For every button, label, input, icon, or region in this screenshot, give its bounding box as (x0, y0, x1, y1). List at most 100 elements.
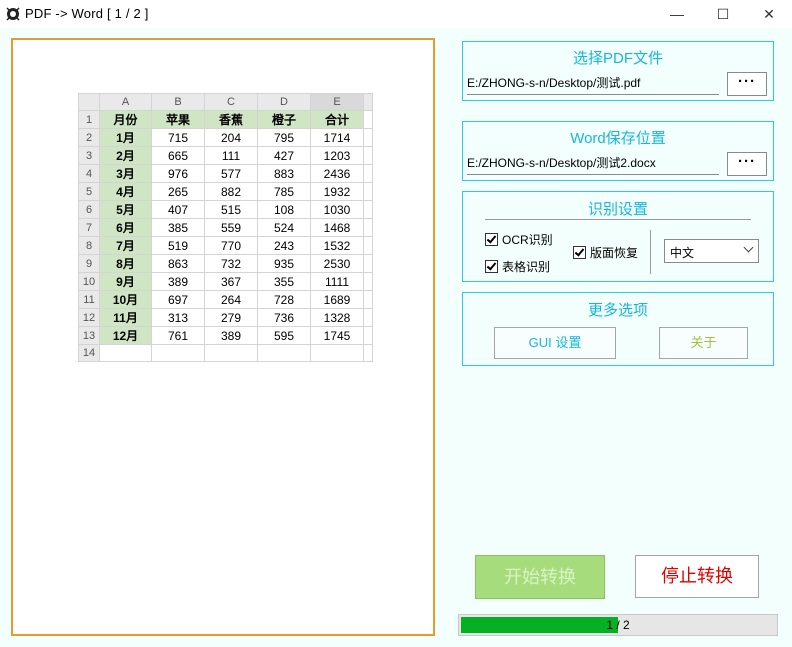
column-header: B (151, 93, 205, 111)
month-cell: 4月 (99, 182, 152, 201)
column-header: E (310, 93, 364, 111)
column-header: A (99, 93, 152, 111)
table-row: 6 5月 407 515 108 1030 (78, 200, 373, 219)
more-options-panel: 更多选项 GUI 设置 关于 (462, 292, 774, 366)
empty-cell (363, 128, 373, 147)
pdf-path-field[interactable]: E:/ZHONG-s-n/Desktop/测试.pdf (467, 72, 719, 95)
table-header-cell: 香蕉 (204, 110, 258, 129)
month-cell: 7月 (99, 236, 152, 255)
ocr-checkbox[interactable]: OCR识别 (485, 231, 553, 248)
table-header-cell: 合计 (310, 110, 364, 129)
row-number: 10 (78, 272, 100, 291)
table-cell: 265 (151, 182, 205, 201)
minimize-button[interactable]: — (654, 0, 700, 28)
table-cell: 1745 (310, 326, 364, 345)
table-cell: 795 (257, 128, 311, 147)
table-cell: 279 (204, 308, 258, 327)
recognition-panel-title: 识别设置 (587, 201, 648, 218)
layout-restore-label: 版面恢复 (590, 246, 639, 260)
table-cell: 577 (204, 164, 258, 183)
table-row: 14 (78, 344, 373, 362)
table-cell: 697 (151, 290, 205, 309)
table-cell: 1328 (310, 308, 364, 327)
table-cell: 264 (204, 290, 258, 309)
divider (650, 230, 651, 274)
table-cell: 204 (204, 128, 258, 147)
table-cell: 385 (151, 218, 205, 237)
table-cell: 243 (257, 236, 311, 255)
month-cell: 2月 (99, 146, 152, 165)
empty-cell (310, 344, 364, 362)
language-value: 中文 (670, 246, 695, 260)
table-row: 8 7月 519 770 243 1532 (78, 236, 373, 255)
table-cell: 1468 (310, 218, 364, 237)
column-header: C (204, 93, 258, 111)
table-cell: 515 (204, 200, 258, 219)
progress-bar: 1 / 2 (458, 614, 778, 636)
empty-cell (363, 218, 373, 237)
row-number: 7 (78, 218, 100, 237)
month-cell: 12月 (99, 326, 152, 345)
app-icon (6, 7, 20, 21)
table-cell: 883 (257, 164, 311, 183)
pdf-preview: A B C D E 1 月份 苹果 香蕉 橙子 合计 2 1月 715 204 795 1714 3 2月 665 11… (11, 38, 435, 636)
gui-settings-button[interactable]: GUI 设置 (494, 327, 616, 359)
checkmark-icon (485, 233, 498, 246)
table-row: 10 9月 389 367 355 1111 (78, 272, 373, 291)
table-cell: 863 (151, 254, 205, 273)
row-number: 8 (78, 236, 100, 255)
table-cell: 976 (151, 164, 205, 183)
empty-cell (151, 344, 205, 362)
stop-convert-button[interactable]: 停止转换 (635, 555, 759, 598)
close-button[interactable]: ✕ (746, 0, 792, 28)
word-browse-button[interactable]: ··· (727, 152, 767, 176)
window-title: PDF -> Word [ 1 / 2 ] (25, 6, 149, 21)
empty-cell (257, 344, 311, 362)
empty-cell (363, 290, 373, 309)
table-row: 1 月份 苹果 香蕉 橙子 合计 (78, 110, 373, 129)
table-row: 5 4月 265 882 785 1932 (78, 182, 373, 201)
table-row: 2 1月 715 204 795 1714 (78, 128, 373, 147)
table-cell: 1532 (310, 236, 364, 255)
more-options-title: 更多选项 (587, 302, 648, 319)
word-path-field[interactable]: E:/ZHONG-s-n/Desktop/测试2.docx (467, 152, 719, 175)
month-cell: 5月 (99, 200, 152, 219)
month-cell: 3月 (99, 164, 152, 183)
row-number: 13 (78, 326, 100, 345)
pdf-panel-title: 选择PDF文件 (572, 50, 663, 67)
table-cell: 1203 (310, 146, 364, 165)
table-row: 3 2月 665 111 427 1203 (78, 146, 373, 165)
empty-cell (363, 254, 373, 273)
column-header (363, 93, 373, 111)
about-button[interactable]: 关于 (659, 327, 748, 359)
start-convert-button[interactable]: 开始转换 (475, 555, 605, 599)
table-header-cell: 苹果 (151, 110, 205, 129)
empty-cell (99, 344, 152, 362)
month-cell: 8月 (99, 254, 152, 273)
maximize-button[interactable]: ☐ (700, 0, 746, 28)
layout-restore-checkbox[interactable]: 版面恢复 (573, 244, 638, 261)
row-number: 3 (78, 146, 100, 165)
table-cell: 2530 (310, 254, 364, 273)
row-number: 4 (78, 164, 100, 183)
table-cell: 736 (257, 308, 311, 327)
row-number: 6 (78, 200, 100, 219)
table-row: 12 11月 313 279 736 1328 (78, 308, 373, 327)
table-cell: 2436 (310, 164, 364, 183)
row-number: 11 (78, 290, 100, 309)
title-bar: PDF -> Word [ 1 / 2 ] — ☐ ✕ (0, 0, 792, 28)
empty-cell (363, 200, 373, 219)
language-select[interactable]: 中文 (664, 239, 759, 263)
word-panel-title: Word保存位置 (570, 130, 666, 147)
table-cell: 1932 (310, 182, 364, 201)
month-cell: 10月 (99, 290, 152, 309)
empty-cell (363, 344, 373, 362)
row-number: 2 (78, 128, 100, 147)
table-recognition-checkbox[interactable]: 表格识别 (485, 258, 550, 275)
table-cell: 355 (257, 272, 311, 291)
pdf-browse-button[interactable]: ··· (727, 72, 767, 96)
chevron-down-icon (743, 242, 754, 253)
table-cell: 519 (151, 236, 205, 255)
month-cell: 11月 (99, 308, 152, 327)
progress-text: 1 / 2 (606, 618, 630, 632)
